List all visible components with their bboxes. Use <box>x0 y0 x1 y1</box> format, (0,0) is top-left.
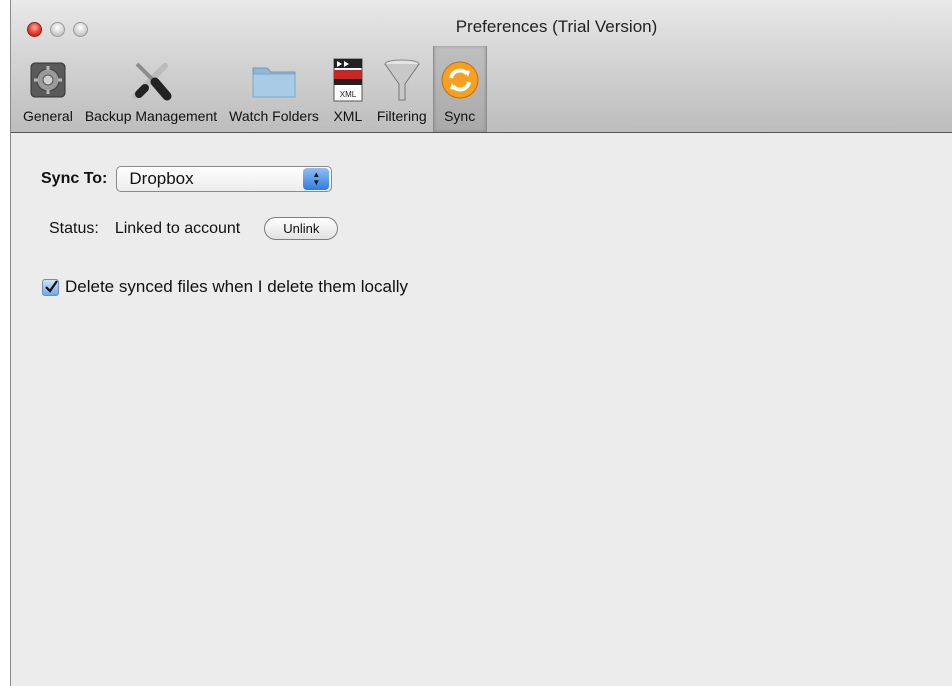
preferences-window: Preferences (Trial Version) General Back… <box>10 0 952 686</box>
toolbar-label: Watch Folders <box>229 108 319 124</box>
sync-to-popup[interactable]: Dropbox ▲ ▼ <box>116 166 333 192</box>
toolbar-label: Sync <box>444 108 476 124</box>
toolbar-label: XML <box>333 108 363 124</box>
funnel-icon <box>383 56 421 104</box>
sync-to-value: Dropbox <box>129 169 194 188</box>
toolbar-item-general[interactable]: General <box>17 46 79 132</box>
toolbar-label: Backup Management <box>84 108 218 124</box>
sync-to-label: Sync To: <box>41 170 108 187</box>
status-row: Status: Linked to account Unlink <box>49 217 339 240</box>
status-label: Status: <box>49 219 99 237</box>
delete-synced-label: Delete synced files when I delete them l… <box>65 277 409 296</box>
delete-synced-option[interactable]: Delete synced files when I delete them l… <box>42 277 408 297</box>
toolbar-label: General <box>23 108 73 124</box>
toolbar-item-sync[interactable]: Sync <box>432 46 487 132</box>
popup-arrows-icon: ▲ ▼ <box>303 168 330 190</box>
unlink-button[interactable]: Unlink <box>264 217 339 240</box>
folder-icon <box>250 56 298 104</box>
delete-synced-checkbox[interactable] <box>42 278 59 296</box>
checkmark-icon <box>44 280 58 293</box>
toolbar-label: Filtering <box>376 108 427 124</box>
window-title: Preferences (Trial Version) <box>455 17 658 36</box>
sync-pane: Sync To: Dropbox ▲ ▼ Status: Linked to ac… <box>11 133 952 686</box>
toolbar-item-filtering[interactable]: Filtering <box>371 46 433 132</box>
svg-text:XML: XML <box>340 90 357 99</box>
sync-icon <box>440 56 480 104</box>
xml-file-icon: XML <box>331 56 365 104</box>
toolbar-item-watch-folders[interactable]: Watch Folders <box>223 46 325 132</box>
toolbar: General Backup Management Watch Folders … <box>17 46 487 132</box>
toolbar-item-xml[interactable]: XML XML <box>325 46 371 132</box>
tools-icon <box>129 56 173 104</box>
status-value: Linked to account <box>114 219 241 237</box>
sync-to-row: Sync To: Dropbox ▲ ▼ <box>41 166 333 192</box>
toolbar-item-backup-management[interactable]: Backup Management <box>79 46 223 132</box>
title-toolbar: Preferences (Trial Version) General Back… <box>11 0 952 133</box>
general-prefs-icon <box>30 56 66 104</box>
